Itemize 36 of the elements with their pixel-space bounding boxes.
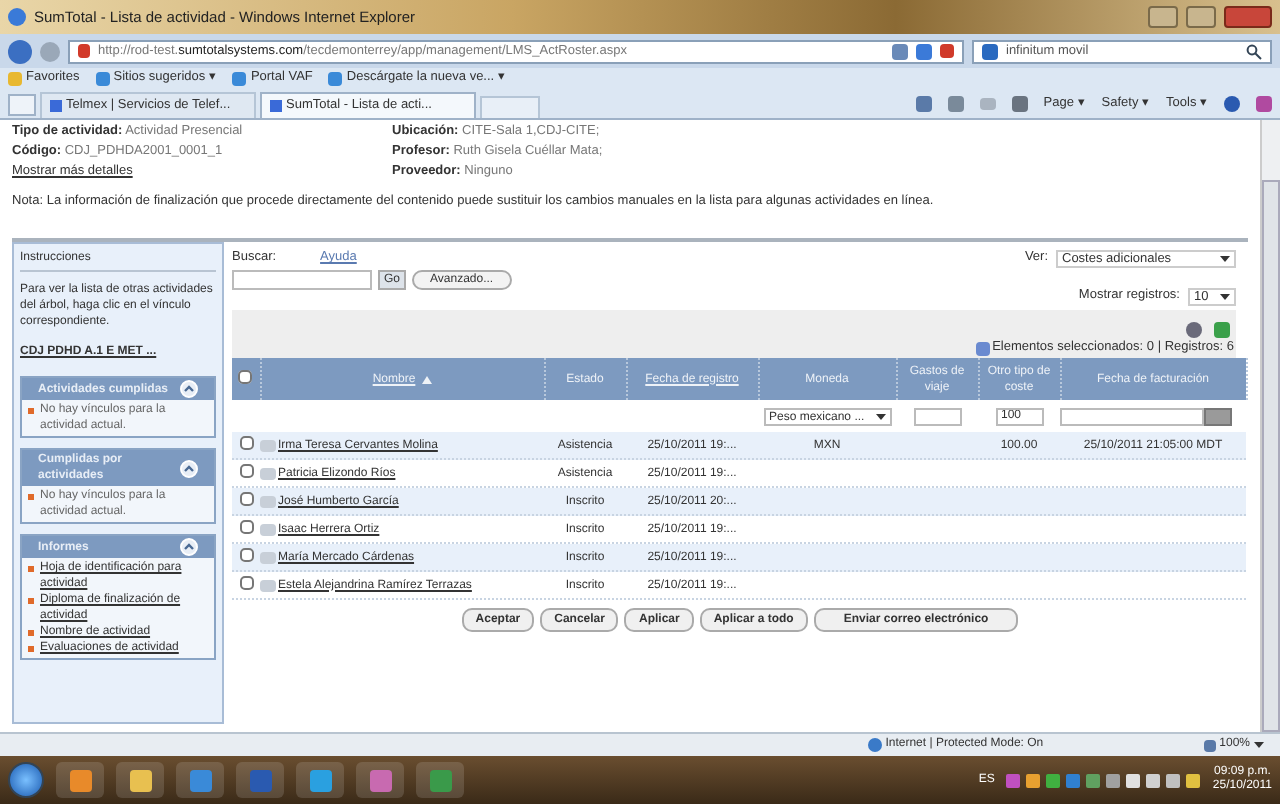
caret-icon — [1220, 293, 1230, 299]
maximize-button[interactable] — [1186, 6, 1216, 28]
taskbar-app-icon[interactable] — [56, 762, 104, 798]
bullet-icon — [28, 630, 34, 636]
taskbar-app-icon[interactable] — [296, 762, 344, 798]
taskbar-app-icon[interactable] — [176, 762, 224, 798]
search-input[interactable] — [232, 270, 372, 290]
scrollbar[interactable] — [1260, 120, 1280, 732]
taskbar-app-icon[interactable] — [356, 762, 404, 798]
collapse-icon[interactable] — [180, 538, 198, 556]
collapse-icon[interactable] — [180, 459, 198, 477]
calendar-button[interactable] — [1204, 407, 1232, 425]
bullet-icon — [28, 566, 34, 572]
row-checkbox[interactable] — [239, 436, 253, 451]
minimize-button[interactable] — [1148, 6, 1178, 28]
caret-icon — [1220, 255, 1230, 261]
start-button[interactable] — [8, 762, 44, 798]
row-checkbox[interactable] — [239, 464, 253, 479]
caret-icon — [1254, 742, 1264, 748]
row-checkbox[interactable] — [239, 576, 253, 591]
row-checkbox[interactable] — [239, 548, 253, 563]
bullet-icon — [28, 408, 34, 414]
row-checkbox[interactable] — [239, 520, 253, 535]
collapse-icon[interactable] — [180, 380, 198, 398]
billing-date-input[interactable] — [1060, 407, 1204, 425]
caret-icon — [875, 413, 885, 419]
sort-icon — [421, 375, 432, 383]
row-checkbox[interactable] — [239, 492, 253, 507]
taskbar-app-icon[interactable] — [116, 762, 164, 798]
taskbar-app-icon[interactable] — [416, 762, 464, 798]
travel-cost-input[interactable] — [913, 407, 961, 425]
search-icon[interactable] — [1246, 43, 1262, 59]
bullet-icon — [28, 494, 34, 500]
bullet-icon — [28, 646, 34, 652]
bullet-icon — [28, 598, 34, 604]
select-all-checkbox[interactable] — [238, 370, 253, 385]
